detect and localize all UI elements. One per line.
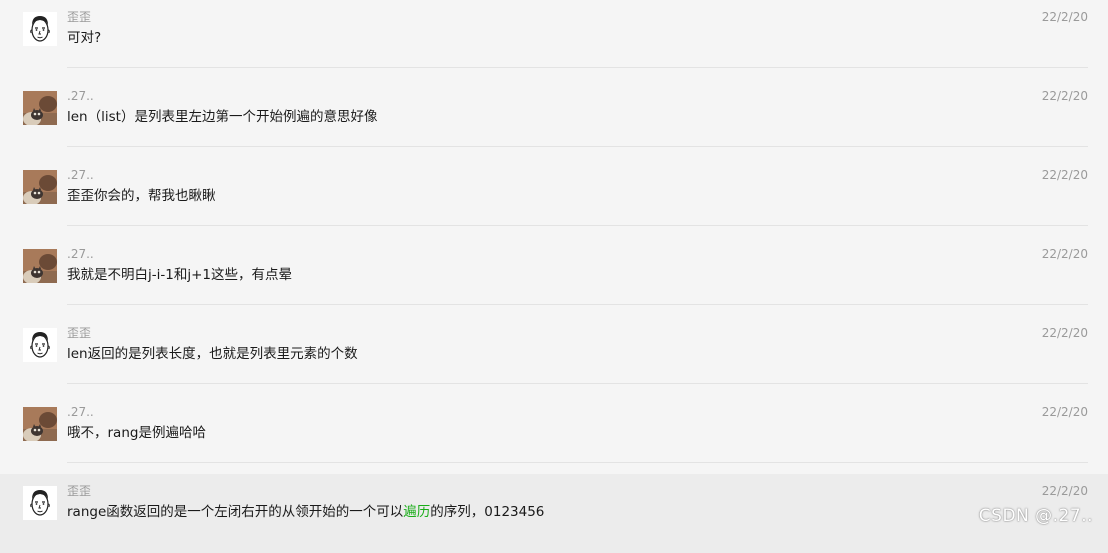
face-avatar[interactable] [23, 12, 57, 46]
message-divider [67, 383, 1088, 384]
traverse-link[interactable]: 遍历 [403, 504, 430, 520]
message-time: 22/2/20 [1041, 10, 1088, 24]
message-time: 22/2/20 [1041, 405, 1088, 419]
message-item[interactable]: .27.. 22/2/20 len（list）是列表里左边第一个开始例遍的意思好… [0, 79, 1108, 158]
message-text: 哦不，rang是例遍哈哈 [67, 425, 206, 441]
face-avatar-icon [23, 12, 57, 46]
cat-avatar[interactable] [23, 249, 57, 283]
message-text: len（list）是列表里左边第一个开始例遍的意思好像 [67, 109, 378, 125]
message-divider [67, 462, 1088, 463]
message-item[interactable]: 歪歪 22/2/20 可对? [0, 0, 1108, 79]
message-item-selected[interactable]: 歪歪 22/2/20 range函数返回的是一个左闭右开的从领开始的一个可以遍历… [0, 474, 1108, 553]
face-avatar[interactable] [23, 328, 57, 362]
face-avatar-icon [23, 328, 57, 362]
message-time: 22/2/20 [1041, 326, 1088, 340]
message-divider [67, 304, 1088, 305]
message-item[interactable]: 歪歪 22/2/20 len返回的是列表长度，也就是列表里元素的个数 [0, 316, 1108, 395]
message-item[interactable]: .27.. 22/2/20 我就是不明白j-i-1和j+1这些，有点晕 [0, 237, 1108, 316]
cat-avatar-icon [23, 91, 57, 125]
message-time: 22/2/20 [1041, 484, 1088, 498]
message-time: 22/2/20 [1041, 89, 1088, 103]
message-item[interactable]: .27.. 22/2/20 歪歪你会的，帮我也瞅瞅 [0, 158, 1108, 237]
cat-avatar-icon [23, 407, 57, 441]
message-text: len返回的是列表长度，也就是列表里元素的个数 [67, 346, 358, 362]
csdn-watermark: CSDN @.27.. [978, 506, 1093, 526]
message-divider [67, 67, 1088, 68]
sender-name: 歪歪 [67, 484, 92, 498]
message-divider [67, 225, 1088, 226]
face-avatar-icon [23, 486, 57, 520]
message-text: 歪歪你会的，帮我也瞅瞅 [67, 188, 216, 204]
message-time: 22/2/20 [1041, 247, 1088, 261]
cat-avatar[interactable] [23, 407, 57, 441]
message-text: 可对? [67, 30, 102, 46]
sender-name: 歪歪 [67, 326, 92, 340]
sender-name: 歪歪 [67, 10, 92, 24]
sender-name: .27.. [67, 247, 94, 261]
message-item[interactable]: .27.. 22/2/20 哦不，rang是例遍哈哈 [0, 395, 1108, 474]
message-time: 22/2/20 [1041, 168, 1088, 182]
cat-avatar[interactable] [23, 91, 57, 125]
chat-message-list: 歪歪 22/2/20 可对? .27.. 22/2/20 len（list）是列… [0, 0, 1108, 553]
message-text-after: 的序列，0123456 [430, 504, 545, 520]
message-text-before: range函数返回的是一个左闭右开的从领开始的一个可以 [67, 504, 404, 520]
cat-avatar-icon [23, 170, 57, 204]
message-text: 我就是不明白j-i-1和j+1这些，有点晕 [67, 267, 292, 283]
cat-avatar[interactable] [23, 170, 57, 204]
face-avatar[interactable] [23, 486, 57, 520]
sender-name: .27.. [67, 405, 94, 419]
message-divider [67, 146, 1088, 147]
sender-name: .27.. [67, 168, 94, 182]
cat-avatar-icon [23, 249, 57, 283]
sender-name: .27.. [67, 89, 94, 103]
message-text: range函数返回的是一个左闭右开的从领开始的一个可以遍历的序列，0123456 [67, 503, 544, 521]
